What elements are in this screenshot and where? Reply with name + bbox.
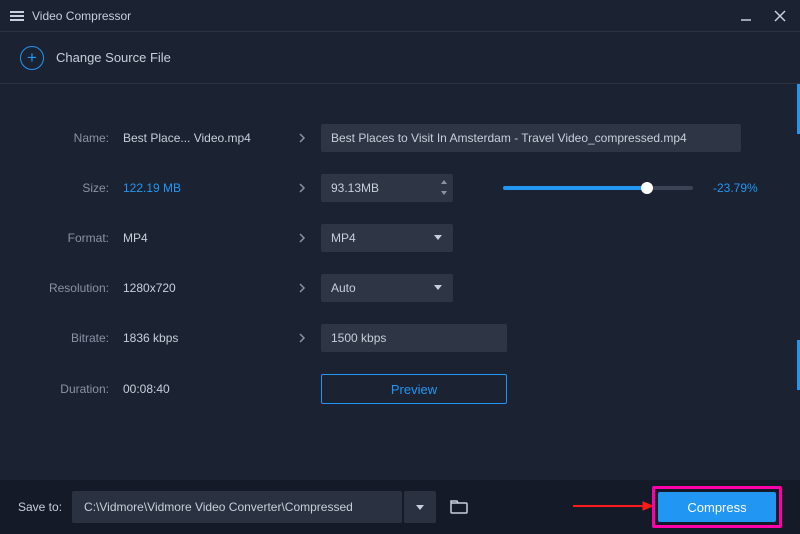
slider-thumb[interactable] [641, 182, 653, 194]
spinner-down-icon[interactable] [439, 188, 449, 198]
compress-label: Compress [687, 500, 746, 515]
bitrate-value: 1836 kbps [123, 331, 283, 345]
bitrate-output-input[interactable]: 1500 kbps [321, 324, 507, 352]
row-size: Size: 122.19 MB 93.13MB -23.79% [28, 174, 772, 202]
resolution-value: 1280x720 [123, 281, 283, 295]
name-output-input[interactable]: Best Places to Visit In Amsterdam - Trav… [321, 124, 741, 152]
settings-panel: Name: Best Place... Video.mp4 Best Place… [0, 84, 800, 404]
resolution-select[interactable]: Auto [321, 274, 453, 302]
size-slider[interactable] [503, 186, 693, 190]
row-resolution: Resolution: 1280x720 Auto [28, 274, 772, 302]
size-spinner[interactable] [439, 177, 449, 198]
duration-label: Duration: [28, 382, 123, 396]
footer: Save to: C:\Vidmore\Vidmore Video Conver… [0, 480, 800, 534]
size-percent: -23.79% [713, 181, 758, 195]
chevron-right-icon [283, 132, 321, 144]
bitrate-output-text: 1500 kbps [331, 331, 386, 345]
preview-label: Preview [391, 382, 437, 397]
resolution-output-text: Auto [331, 281, 356, 295]
save-path-dropdown[interactable] [404, 491, 436, 523]
chevron-right-icon [283, 182, 321, 194]
format-value: MP4 [123, 231, 283, 245]
compress-button[interactable]: Compress [658, 492, 776, 522]
annotation-arrow-icon [573, 498, 653, 516]
change-source-label: Change Source File [56, 50, 171, 65]
save-path-input[interactable]: C:\Vidmore\Vidmore Video Converter\Compr… [72, 491, 402, 523]
chevron-right-icon [283, 332, 321, 344]
open-folder-button[interactable] [444, 492, 474, 522]
close-button[interactable] [770, 6, 790, 26]
preview-button[interactable]: Preview [321, 374, 507, 404]
row-name: Name: Best Place... Video.mp4 Best Place… [28, 124, 772, 152]
app-title: Video Compressor [32, 9, 131, 23]
resolution-label: Resolution: [28, 281, 123, 295]
save-path-text: C:\Vidmore\Vidmore Video Converter\Compr… [84, 500, 353, 514]
slider-fill [503, 186, 647, 190]
chevron-down-icon [433, 281, 443, 295]
chevron-right-icon [283, 282, 321, 294]
chevron-right-icon [283, 232, 321, 244]
chevron-down-icon [433, 231, 443, 245]
bitrate-label: Bitrate: [28, 331, 123, 345]
name-label: Name: [28, 131, 123, 145]
plus-icon: + [20, 46, 44, 70]
spinner-up-icon[interactable] [439, 177, 449, 187]
duration-value: 00:08:40 [123, 382, 283, 396]
row-bitrate: Bitrate: 1836 kbps 1500 kbps [28, 324, 772, 352]
size-value: 122.19 MB [123, 181, 283, 195]
titlebar: Video Compressor [0, 0, 800, 32]
row-duration: Duration: 00:08:40 Preview [28, 374, 772, 404]
compress-highlight: Compress [652, 486, 782, 528]
save-to-label: Save to: [18, 500, 62, 514]
size-label: Size: [28, 181, 123, 195]
format-select[interactable]: MP4 [321, 224, 453, 252]
name-value: Best Place... Video.mp4 [123, 131, 283, 145]
row-format: Format: MP4 MP4 [28, 224, 772, 252]
format-label: Format: [28, 231, 123, 245]
format-output-text: MP4 [331, 231, 356, 245]
name-output-text: Best Places to Visit In Amsterdam - Trav… [331, 131, 687, 145]
size-output-text: 93.13MB [331, 181, 379, 195]
minimize-button[interactable] [736, 6, 756, 26]
app-icon [10, 9, 24, 23]
change-source-row[interactable]: + Change Source File [0, 32, 800, 84]
size-output-input[interactable]: 93.13MB [321, 174, 453, 202]
